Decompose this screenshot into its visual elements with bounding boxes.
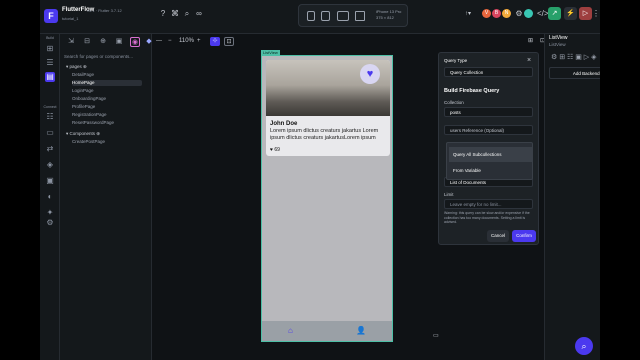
bottom-nav-bar: ⌂ 👤 xyxy=(262,321,392,341)
page-item[interactable]: LoginPage xyxy=(72,88,142,94)
components-folder[interactable]: ▾ Components ⊕ xyxy=(66,131,100,137)
plugins-icon[interactable]: ✦ xyxy=(45,208,55,218)
dropdown-item[interactable]: Query All Subcollections xyxy=(449,147,532,162)
folder-icon[interactable]: ⊕ xyxy=(98,37,108,47)
widget-subtitle: ListView xyxy=(549,42,566,47)
api-icon[interactable]: ⇄ xyxy=(45,144,55,154)
page-item[interactable]: OnboardingPage xyxy=(72,96,142,102)
app-version: v4.1 · Flutter 3.7.12 xyxy=(87,8,122,13)
widget-title: ListView xyxy=(549,35,568,41)
limit-input[interactable]: Leave empty for no limit... xyxy=(444,199,533,209)
profile-nav-icon[interactable]: 👤 xyxy=(356,326,366,336)
zoom-out-button[interactable]: − xyxy=(168,37,172,45)
limit-label: Limit xyxy=(444,192,454,197)
run-button[interactable]: ▷ xyxy=(579,7,592,20)
firestore-icon[interactable]: ☷ xyxy=(45,112,55,122)
likes-row: ♥ 69 xyxy=(270,147,280,153)
cancel-button[interactable]: Cancel xyxy=(487,230,509,242)
custom-device-icon[interactable] xyxy=(355,11,365,21)
integrations-icon[interactable]: ◈ xyxy=(45,160,55,170)
canvas-light-mode-icon[interactable]: ⊞ xyxy=(528,37,533,45)
help-icon[interactable]: ? xyxy=(158,9,168,19)
likes-count: 69 xyxy=(274,147,280,153)
zoom-level[interactable]: 110% xyxy=(179,37,194,45)
settings-icon[interactable]: ⚙ xyxy=(514,9,524,19)
properties-panel: ListView ListView ⚙ ⊞ ☷ ▣ ▷ ◈ Add Backen… xyxy=(544,34,600,360)
post-author: John Doe xyxy=(270,121,298,127)
page-templates-icon[interactable]: ⊟ xyxy=(82,37,92,47)
flow-icon[interactable]: ◉ xyxy=(130,37,140,47)
query-type-label: Query Type xyxy=(444,58,468,63)
page-item[interactable]: ResetPasswordPage xyxy=(72,120,142,126)
component-icon[interactable]: ▣ xyxy=(114,37,124,47)
properties-tab-icons[interactable]: ⚙ ⊞ ☷ ▣ ▷ ◈ xyxy=(551,53,597,61)
user-avatar-1[interactable]: V xyxy=(482,9,491,18)
pages-folder[interactable]: ▾ pages ⊕ xyxy=(66,64,87,70)
page-item[interactable]: RegistrationPage xyxy=(72,112,142,118)
pages-panel: ⇲ ⊟ ⊕ ▣ ◉ ◆ Search for pages or componen… xyxy=(60,34,152,360)
link-icon[interactable]: ∞ xyxy=(194,9,204,19)
collection-select[interactable]: posts xyxy=(444,107,533,117)
zoom-in-button[interactable]: + xyxy=(197,37,201,45)
desktop-device-icon[interactable] xyxy=(337,11,349,21)
theme-icon[interactable]: ◐ xyxy=(45,192,55,202)
app-window: F FlutterFlow v4.1 · Flutter 3.7.12 tuto… xyxy=(40,0,600,360)
phone-preview[interactable]: ♥ John Doe Lorem ipsum dlictus creaturs … xyxy=(261,55,393,342)
top-bar: F FlutterFlow v4.1 · Flutter 3.7.12 tuto… xyxy=(40,0,600,34)
page-item[interactable]: HomePage xyxy=(72,80,142,86)
user-avatar-2[interactable]: B xyxy=(492,9,501,18)
media-icon[interactable]: ▣ xyxy=(45,176,55,186)
flutterflow-logo-icon[interactable]: F xyxy=(44,9,58,23)
device-selector[interactable]: iPhone 13 Pro 375 × 812 xyxy=(298,4,408,27)
canvas-bottom-icon[interactable]: ▭ xyxy=(433,332,439,340)
zoom-out-icon[interactable]: — xyxy=(156,37,162,45)
code-icon[interactable]: </> xyxy=(537,9,549,19)
share-button[interactable]: ↗ xyxy=(548,7,561,20)
confirm-button[interactable]: Confirm xyxy=(512,230,536,242)
dropdown-item[interactable]: From Variable xyxy=(449,163,532,178)
version-dropdown-icon[interactable]: ↑▾ xyxy=(463,9,473,19)
pages-folder-label: pages xyxy=(69,64,82,69)
connect-section-label: Connect xyxy=(43,105,57,109)
page-item[interactable]: ProfilePage xyxy=(72,104,142,110)
component-item[interactable]: CreatePostPage xyxy=(72,139,105,145)
home-nav-icon[interactable]: ⌂ xyxy=(288,326,293,336)
components-folder-label: Components xyxy=(69,131,96,136)
storage-icon[interactable]: ▭ xyxy=(45,128,55,138)
reference-dropdown-menu: Query All Subcollections From Variable xyxy=(446,142,533,180)
build-section-label: Build xyxy=(46,36,54,40)
close-icon[interactable]: × xyxy=(527,57,531,64)
left-nav-rail: Build ⊞ ☰ ▤ Connect ☷ ▭ ⇄ ◈ ▣ ◐ ✦ ⚙ xyxy=(40,34,60,360)
phone-device-icon[interactable] xyxy=(307,11,315,21)
query-type-select[interactable]: Query Collection xyxy=(444,67,533,77)
add-page-icon[interactable]: ⇲ xyxy=(66,37,76,47)
device-size: iPhone 13 Pro 375 × 812 xyxy=(376,9,401,21)
more-menu-icon[interactable]: ⋮ xyxy=(592,9,600,19)
build-query-heading: Build Firebase Query xyxy=(444,88,500,94)
page-item[interactable]: DetailPage xyxy=(72,72,142,78)
user-avatar-3[interactable]: N xyxy=(502,9,511,18)
limit-warning: Warning: this query can be slow and/or e… xyxy=(444,211,530,224)
widget-tree-icon[interactable]: ☰ xyxy=(45,58,55,68)
post-card[interactable]: ♥ John Doe Lorem ipsum dlictus creaturs … xyxy=(266,60,390,156)
add-backend-query-button[interactable]: Add Backend Query xyxy=(549,67,600,79)
project-name: tutorial_1 xyxy=(62,16,79,21)
device-dimensions: 375 × 812 xyxy=(376,15,394,20)
page-search-input[interactable]: Search for pages or components... xyxy=(62,52,150,62)
search-icon[interactable]: ⌕ xyxy=(182,9,192,19)
project-settings-icon[interactable]: ⚙ xyxy=(45,218,55,228)
test-mode-button[interactable]: ⚡ xyxy=(564,7,577,20)
tablet-device-icon[interactable] xyxy=(321,11,330,21)
add-widget-icon[interactable]: ⊞ xyxy=(45,44,55,54)
select-mode-icon[interactable]: ⊹ xyxy=(210,37,220,46)
reference-select[interactable]: users Reference (Optional) xyxy=(444,125,533,135)
collection-label: Collection xyxy=(444,100,464,105)
favorite-heart-icon[interactable]: ♥ xyxy=(360,64,380,84)
pages-icon[interactable]: ▤ xyxy=(45,72,55,82)
command-icon[interactable]: ⌘ xyxy=(170,9,180,19)
preview-mode-icon[interactable]: ⊡ xyxy=(224,37,234,46)
post-text: Lorem ipsum dlictus creaturs jakartus Lo… xyxy=(270,128,379,141)
status-indicator-icon xyxy=(524,9,533,18)
search-fab-icon[interactable]: ⌕ xyxy=(575,337,593,355)
